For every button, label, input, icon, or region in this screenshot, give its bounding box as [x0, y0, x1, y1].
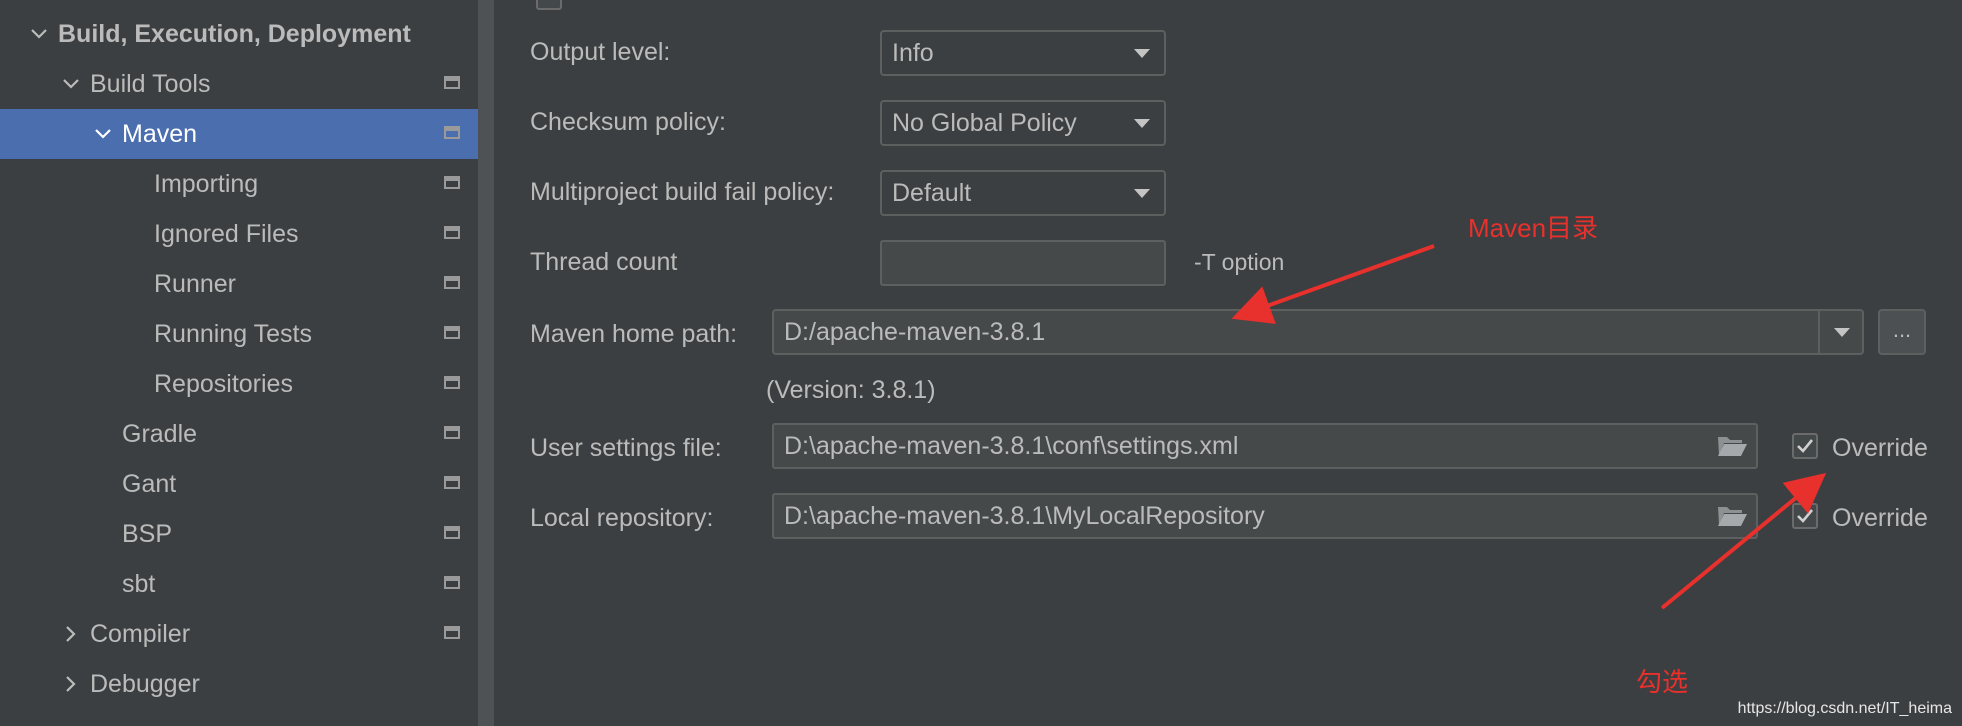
- tree-item-bsp[interactable]: BSP: [0, 509, 478, 559]
- project-settings-icon: [444, 626, 460, 639]
- chevron-right-icon[interactable]: [60, 673, 82, 695]
- arrow-to-override: [1660, 472, 1827, 610]
- sidebar-scrollbar[interactable]: [478, 0, 494, 726]
- tree-item-sbt[interactable]: sbt: [0, 559, 478, 609]
- settings-tree: Build, Execution, Deployment Build Tools…: [0, 0, 478, 726]
- project-settings-icon: [444, 426, 460, 439]
- watermark-text: https://blog.csdn.net/IT_heima: [1737, 700, 1952, 717]
- tree-item-maven[interactable]: Maven: [0, 109, 478, 159]
- tree-item-gant[interactable]: Gant: [0, 459, 478, 509]
- tree-item-repositories[interactable]: Repositories: [0, 359, 478, 409]
- project-settings-icon: [444, 226, 460, 239]
- chevron-down-icon[interactable]: [28, 23, 50, 45]
- tree-item-label: Debugger: [90, 669, 200, 698]
- tree-item-debugger[interactable]: Debugger: [0, 659, 478, 709]
- tree-item-running-tests[interactable]: Running Tests: [0, 309, 478, 359]
- project-settings-icon: [444, 326, 460, 339]
- tree-item-gradle[interactable]: Gradle: [0, 409, 478, 459]
- tree-item-build-execution-deployment[interactable]: Build, Execution, Deployment: [0, 9, 478, 59]
- tree-item-label: Maven: [122, 119, 198, 148]
- maven-settings-panel: Output level: Info Checksum policy: No G…: [494, 0, 1962, 726]
- project-settings-icon: [444, 76, 460, 89]
- arrow-to-maven-home: [1231, 244, 1435, 325]
- project-settings-icon: [444, 526, 460, 539]
- tree-item-build-tools[interactable]: Build Tools: [0, 59, 478, 109]
- chevron-right-icon[interactable]: [60, 623, 82, 645]
- project-settings-icon: [444, 126, 460, 139]
- tree-item-runner[interactable]: Runner: [0, 259, 478, 309]
- tree-item-compiler[interactable]: Compiler: [0, 609, 478, 659]
- project-settings-icon: [444, 576, 460, 589]
- chevron-down-icon[interactable]: [60, 73, 82, 95]
- tree-item-label: Build, Execution, Deployment: [58, 19, 411, 48]
- chevron-down-icon[interactable]: [92, 123, 114, 145]
- tree-item-label: Gradle: [122, 419, 198, 448]
- project-settings-icon: [444, 176, 460, 189]
- tree-item-label: BSP: [122, 519, 173, 548]
- annotation-arrows: [1231, 244, 1827, 610]
- project-settings-icon: [444, 376, 460, 389]
- tree-item-ignored-files[interactable]: Ignored Files: [0, 209, 478, 259]
- tree-item-label: Gant: [122, 469, 177, 498]
- tree-item-label: Running Tests: [154, 319, 312, 348]
- project-settings-icon: [444, 476, 460, 489]
- tree-item-label: Runner: [154, 269, 236, 298]
- tree-item-importing[interactable]: Importing: [0, 159, 478, 209]
- tree-item-label: sbt: [122, 569, 156, 598]
- tree-item-label: Importing: [154, 169, 259, 198]
- tree-item-label: Compiler: [90, 619, 191, 648]
- tree-item-label: Repositories: [154, 369, 293, 398]
- tree-item-label: Ignored Files: [154, 219, 299, 248]
- project-settings-icon: [444, 276, 460, 289]
- tree-item-label: Build Tools: [90, 69, 211, 98]
